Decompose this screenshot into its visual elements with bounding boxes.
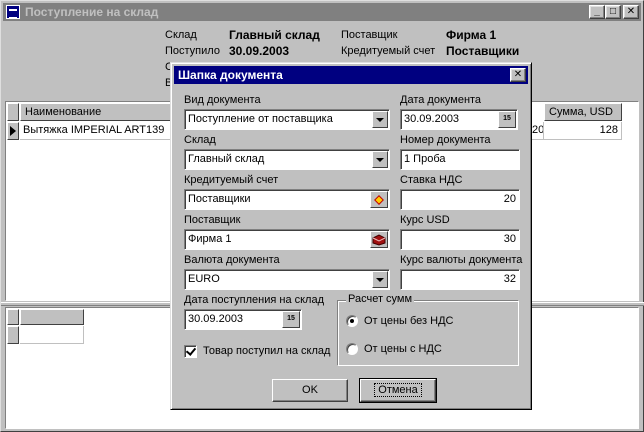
supplier-field-label: Поставщик xyxy=(184,214,241,226)
warehouse-value: Главный склад xyxy=(229,28,320,42)
cell-item-name[interactable]: Вытяжка IMPERIAL ART139 xyxy=(20,122,192,140)
currency-select-value: EURO xyxy=(188,273,220,285)
radio-price-without-vat[interactable] xyxy=(346,315,358,327)
currency-label: Валюта документа xyxy=(184,254,280,266)
minimize-button[interactable]: _ xyxy=(589,5,605,19)
doc-type-label: Вид документа xyxy=(184,94,261,106)
grid-corner xyxy=(7,103,19,121)
document-header-dialog: Шапка документа ✕ Вид документа Поступле… xyxy=(170,62,532,410)
doc-date-label: Дата документа xyxy=(400,94,482,106)
credit-account-field-value: Поставщики xyxy=(188,193,251,205)
reference-book-icon[interactable] xyxy=(370,231,388,248)
credit-account-field-label: Кредитуемый счет xyxy=(184,174,279,186)
column-header-name[interactable]: Наименование xyxy=(20,103,192,121)
cell-sum-usd[interactable]: 128 xyxy=(544,122,622,140)
doc-date-value: 30.09.2003 xyxy=(404,113,460,125)
calc-method-group-label: Расчет сумм xyxy=(346,293,415,305)
received-label: Поступило xyxy=(165,45,220,57)
receipt-date-field[interactable]: 30.09.2003 15 xyxy=(184,309,302,330)
lookup-icon[interactable] xyxy=(370,191,388,208)
doc-date-field[interactable]: 30.09.2003 15 xyxy=(400,109,518,130)
details-cell[interactable] xyxy=(20,326,84,344)
doc-number-field[interactable]: 1 Проба xyxy=(400,149,520,170)
received-checkbox-label[interactable]: Товар поступил на склад xyxy=(203,345,330,357)
vat-rate-label: Ставка НДС xyxy=(400,174,463,186)
main-title-bar: Поступление на склад _ □ ✕ xyxy=(3,3,641,21)
radio-price-without-vat-label[interactable]: От цены без НДС xyxy=(364,315,453,327)
currency-rate-value: 32 xyxy=(503,273,516,285)
vat-rate-value: 20 xyxy=(503,193,516,205)
credit-account-field[interactable]: Поставщики xyxy=(184,189,390,210)
chevron-down-icon[interactable] xyxy=(372,151,388,168)
vat-rate-field[interactable]: 20 xyxy=(400,189,520,210)
main-window-title: Поступление на склад xyxy=(25,5,159,19)
received-checkbox[interactable] xyxy=(184,345,197,358)
usd-rate-value: 30 xyxy=(503,233,516,245)
received-value: 30.09.2003 xyxy=(229,44,290,58)
chevron-down-icon[interactable] xyxy=(372,111,388,128)
radio-price-with-vat-label[interactable]: От цены с НДС xyxy=(364,343,442,355)
dialog-title: Шапка документа xyxy=(178,68,283,82)
warehouse-select[interactable]: Главный склад xyxy=(184,149,390,170)
details-row-indicator xyxy=(7,326,19,344)
credit-account-label: Кредитуемый счет xyxy=(341,45,436,57)
supplier-value: Фирма 1 xyxy=(446,28,497,42)
calendar-icon[interactable]: 15 xyxy=(498,111,516,128)
column-header-sum-usd[interactable]: Сумма, USD xyxy=(544,103,622,121)
cancel-button-label: Отмена xyxy=(374,383,422,397)
details-grid-corner xyxy=(7,309,19,325)
close-button[interactable]: ✕ xyxy=(623,5,639,19)
receipt-date-value: 30.09.2003 xyxy=(188,313,244,325)
credit-account-value: Поставщики xyxy=(446,44,520,58)
supplier-field-value: Фирма 1 xyxy=(188,233,232,245)
warehouse-select-value: Главный склад xyxy=(188,153,265,165)
usd-rate-field[interactable]: 30 xyxy=(400,229,520,250)
cell-partial-value[interactable]: 20 xyxy=(532,122,544,140)
cancel-button[interactable]: Отмена xyxy=(359,378,437,403)
dialog-close-button[interactable]: ✕ xyxy=(510,68,526,82)
supplier-label: Поставщик xyxy=(341,29,398,41)
currency-rate-field[interactable]: 32 xyxy=(400,269,520,290)
chevron-down-icon[interactable] xyxy=(372,271,388,288)
radio-price-with-vat[interactable] xyxy=(346,343,358,355)
ok-button[interactable]: OK xyxy=(272,379,348,402)
warehouse-field-label: Склад xyxy=(184,134,216,146)
ok-button-label: OK xyxy=(302,384,318,396)
doc-type-select[interactable]: Поступление от поставщика xyxy=(184,109,390,130)
warehouse-label: Склад xyxy=(165,29,197,41)
doc-number-label: Номер документа xyxy=(400,134,491,146)
row-indicator-arrow-icon xyxy=(7,122,19,140)
calendar-icon[interactable]: 15 xyxy=(282,311,300,328)
currency-select[interactable]: EURO xyxy=(184,269,390,290)
dialog-title-bar: Шапка документа ✕ xyxy=(174,66,528,84)
maximize-button[interactable]: □ xyxy=(605,5,621,19)
calc-method-group: Расчет сумм От цены без НДС От цены с НД… xyxy=(337,293,519,366)
receipt-date-label: Дата поступления на склад xyxy=(184,294,325,306)
doc-number-value: 1 Проба xyxy=(404,153,446,165)
supplier-field[interactable]: Фирма 1 xyxy=(184,229,390,250)
usd-rate-label: Курс USD xyxy=(400,214,450,226)
app-icon xyxy=(6,5,20,19)
currency-rate-label: Курс валюты документа xyxy=(400,254,523,266)
doc-type-value: Поступление от поставщика xyxy=(188,113,333,125)
details-column-header[interactable] xyxy=(20,309,84,325)
